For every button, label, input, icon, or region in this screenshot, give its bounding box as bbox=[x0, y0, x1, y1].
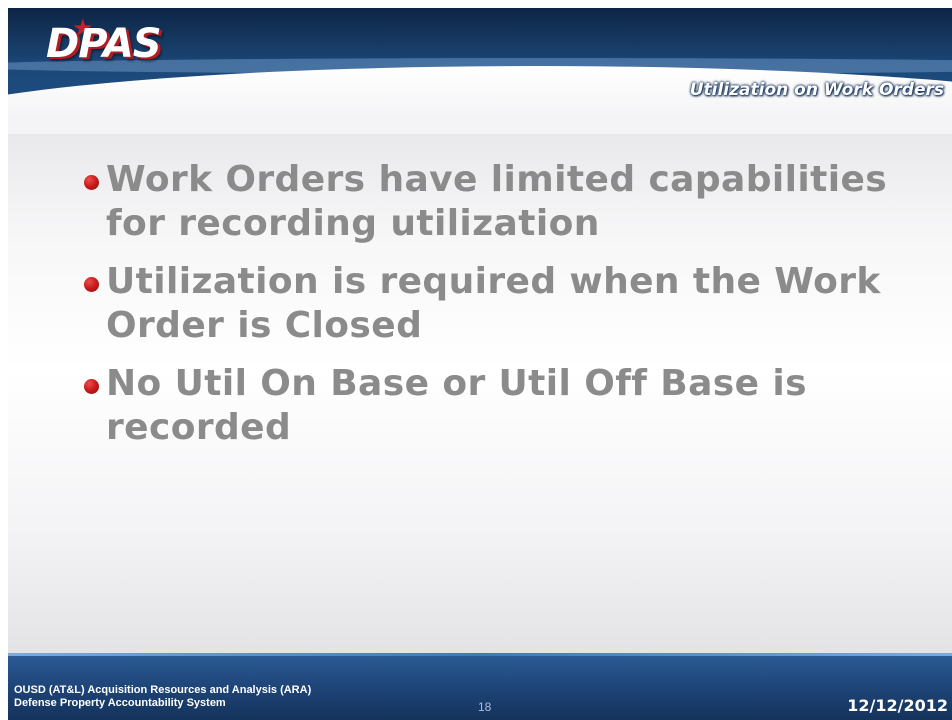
bullet-line: for recording utilization bbox=[106, 203, 600, 244]
bullet-dot-icon bbox=[84, 379, 99, 394]
slide-footer: OUSD (AT&L) Acquisition Resources and An… bbox=[8, 656, 952, 720]
header-curve bbox=[8, 66, 952, 138]
slide-title: Utilization on Work Orders bbox=[689, 80, 944, 100]
footer-date: 12/12/2012 bbox=[847, 696, 948, 715]
logo-text: DPAS bbox=[46, 21, 162, 67]
page-number: 18 bbox=[478, 700, 492, 714]
footer-organization: OUSD (AT&L) Acquisition Resources and An… bbox=[14, 684, 311, 710]
slide-content: Work Orders have limited capabilities fo… bbox=[8, 134, 952, 656]
bullet-item: Utilization is required when the Work Or… bbox=[84, 260, 929, 348]
slide: ★ DPAS Utilization on Work Orders Work O… bbox=[0, 0, 952, 720]
bullet-item: No Util On Base or Util Off Base is reco… bbox=[84, 362, 929, 450]
bullet-line: No Util On Base or Util Off Base is bbox=[106, 363, 807, 404]
bullet-item: Work Orders have limited capabilities fo… bbox=[84, 158, 929, 246]
footer-org-line: Defense Property Accountability System bbox=[14, 697, 226, 709]
bullet-list: Work Orders have limited capabilities fo… bbox=[84, 158, 929, 464]
bullet-line: Order is Closed bbox=[106, 305, 423, 346]
bullet-line: Utilization is required when the Work bbox=[106, 261, 881, 302]
bullet-dot-icon bbox=[84, 277, 99, 292]
bullet-dot-icon bbox=[84, 175, 99, 190]
slide-frame: ★ DPAS Utilization on Work Orders Work O… bbox=[8, 8, 952, 720]
footer-org-line: OUSD (AT&L) Acquisition Resources and An… bbox=[14, 684, 312, 696]
dpas-logo: ★ DPAS bbox=[18, 12, 178, 64]
bullet-line: Work Orders have limited capabilities bbox=[106, 159, 888, 200]
bullet-line: recorded bbox=[106, 407, 292, 448]
slide-header: ★ DPAS Utilization on Work Orders bbox=[8, 8, 952, 138]
